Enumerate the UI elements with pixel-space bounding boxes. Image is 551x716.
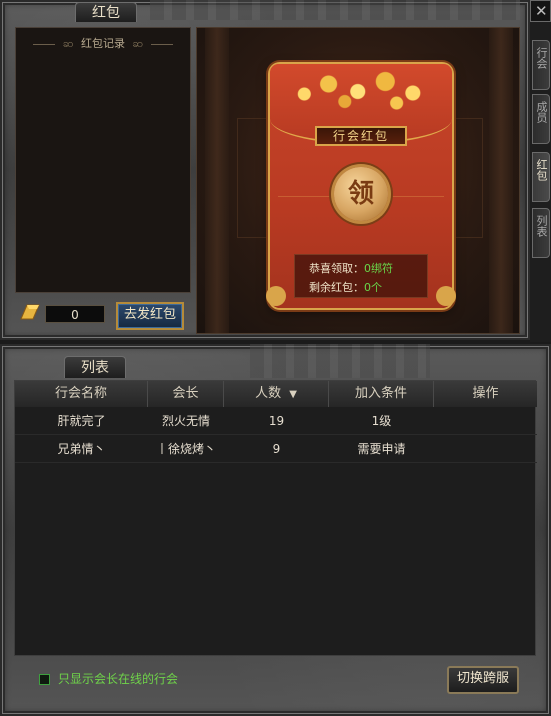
row-join-condition: 需要申请 [357, 442, 406, 456]
dragon-ornament [150, 0, 520, 20]
sort-desc-icon: ▼ [289, 389, 297, 400]
column-header-guild-name[interactable]: 行会名称 [15, 381, 148, 407]
row-guild-name: 兄弟情丶 [57, 442, 106, 456]
envelope-info-box: 恭喜领取：0绑符 剩余红包：0个 [294, 254, 428, 298]
envelope-corner-ornament [436, 286, 456, 306]
side-tab-guild-label: 行会 [535, 47, 548, 69]
guild-list-title: 列表 [64, 356, 126, 378]
switch-server-button[interactable]: 切换跨服 [447, 666, 519, 694]
red-packet-window-title: 红包 [75, 2, 137, 22]
pillar-left [205, 28, 229, 333]
side-tab-list-label: 列表 [535, 215, 548, 237]
info-claimed-value: 0绑符 [364, 262, 393, 275]
row-join-condition: 1级 [371, 414, 392, 428]
info-row-remaining: 剩余红包：0个 [309, 279, 382, 295]
records-title: 红包记录 [81, 37, 125, 50]
records-ornament-left-icon: ဆ [62, 37, 74, 50]
gold-ingot-icon [19, 303, 41, 321]
table-row[interactable]: 肝就完了 烈火无情 19 1级 [15, 409, 537, 435]
info-remaining-label: 剩余红包： [309, 281, 364, 294]
side-tab-red-packet[interactable]: 红包 [532, 152, 550, 202]
close-button[interactable]: ✕ [530, 0, 551, 22]
column-header-member-count[interactable]: 人数 ▼ [224, 381, 329, 407]
claim-seal-char: 领 [347, 179, 374, 209]
row-leader: 烈火无情 [161, 414, 210, 428]
info-remaining-value: 0个 [364, 281, 382, 294]
online-leader-filter-label[interactable]: 只显示会长在线的行会 [58, 671, 178, 687]
pillar-right [489, 28, 513, 333]
dragon-ornament [250, 344, 430, 378]
red-envelope: 行会红包 领 恭喜领取：0绑符 剩余红包：0个 [266, 64, 456, 308]
claim-seal-button[interactable]: 领 [334, 167, 388, 221]
records-panel: ဆ 红包记录 ဆ [15, 27, 191, 293]
wall-panel [237, 118, 273, 238]
row-leader: 丨徐烧烤丶 [155, 442, 216, 456]
side-tab-members[interactable]: 成员 [532, 94, 550, 144]
info-claimed-label: 恭喜领取： [309, 262, 364, 275]
wall-panel [447, 118, 483, 238]
row-member-count: 19 [268, 414, 285, 428]
column-header-join-condition[interactable]: 加入条件 [329, 381, 434, 407]
online-leader-filter-checkbox[interactable] [39, 674, 50, 685]
side-tab-members-label: 成员 [535, 101, 548, 123]
side-tab-guild[interactable]: 行会 [532, 40, 550, 90]
gold-ingots-icon [280, 64, 442, 114]
guild-table: 行会名称 会长 人数 ▼ 加入条件 操作 肝就完了 烈火无情 19 1级 兄弟情… [14, 380, 537, 656]
row-member-count: 9 [272, 442, 281, 456]
close-icon: ✕ [535, 2, 548, 20]
info-row-claimed: 恭喜领取：0绑符 [309, 260, 393, 276]
table-row[interactable]: 兄弟情丶 丨徐烧烤丶 9 需要申请 [15, 437, 537, 463]
column-header-action: 操作 [434, 381, 537, 407]
records-ornament-right-icon: ဆ [132, 37, 144, 50]
gold-amount-field[interactable]: 0 [45, 305, 105, 323]
records-header: ဆ 红包记录 ဆ [16, 35, 190, 53]
side-tab-red-packet-label: 红包 [535, 159, 548, 181]
envelope-corner-ornament [266, 286, 286, 306]
side-tab-list[interactable]: 列表 [532, 208, 550, 258]
send-red-packet-button[interactable]: 去发红包 [116, 302, 184, 330]
envelope-banner: 行会红包 [315, 126, 407, 146]
column-header-leader[interactable]: 会长 [148, 381, 224, 407]
row-guild-name: 肝就完了 [57, 414, 106, 428]
column-header-member-count-label: 人数 [255, 386, 282, 401]
